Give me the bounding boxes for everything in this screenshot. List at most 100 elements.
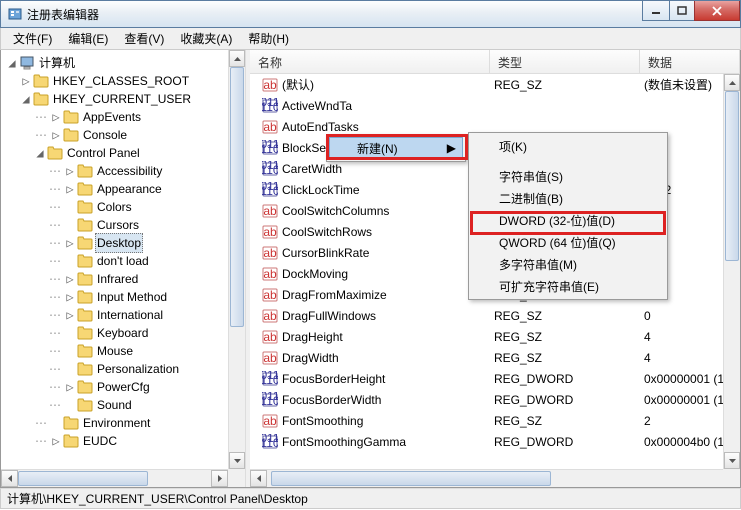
value-ab-icon: ab	[262, 287, 278, 303]
list-row[interactable]: 011110FocusBorderWidthREG_DWORD0x0000000…	[250, 389, 740, 410]
column-header-name[interactable]: 名称	[250, 50, 490, 73]
tree-expand-icon[interactable]: ▷	[63, 234, 77, 252]
tree-expand-icon[interactable]: ▷	[63, 162, 77, 180]
scroll-up-button[interactable]	[229, 50, 245, 67]
tree-node-root[interactable]: ◢计算机	[5, 54, 245, 72]
menu-file[interactable]: 文件(F)	[5, 28, 60, 49]
tree-expand-icon[interactable]: ·	[63, 198, 77, 216]
tree-expand-icon[interactable]: ·	[63, 360, 77, 378]
tree-node[interactable]: ⋯▷PowerCfg	[5, 378, 245, 396]
tree-expand-icon[interactable]: ◢	[19, 90, 33, 108]
tree-node[interactable]: ◢HKEY_CURRENT_USER	[5, 90, 245, 108]
submenu-arrow-icon: ▶	[447, 141, 456, 155]
tree-expand-icon[interactable]: ◢	[33, 144, 47, 162]
tree-expand-icon[interactable]: ·	[63, 216, 77, 234]
tree-node-label: Input Method	[95, 288, 169, 306]
tree-expand-icon[interactable]: ▷	[49, 108, 63, 126]
menu-item-new[interactable]: 新建(N) ▶	[329, 137, 463, 159]
tree-node-label: don't load	[95, 252, 151, 270]
scroll-left-button[interactable]	[250, 470, 267, 487]
tree-expand-icon[interactable]: ·	[63, 342, 77, 360]
menu-view[interactable]: 查看(V)	[116, 28, 172, 49]
value-name: ClickLockTime	[282, 183, 360, 197]
list-row[interactable]: ab(默认)REG_SZ(数值未设置)	[250, 74, 740, 95]
tree-expand-icon[interactable]: ▷	[63, 306, 77, 324]
tree-node[interactable]: ⋯▷International	[5, 306, 245, 324]
menu-item-multistring[interactable]: 多字符串值(M)	[471, 253, 665, 275]
close-button[interactable]	[694, 1, 740, 21]
list-row[interactable]: abDragWidthREG_SZ4	[250, 347, 740, 368]
tree-node[interactable]: ⋯·Personalization	[5, 360, 245, 378]
svg-text:110: 110	[262, 373, 278, 387]
scroll-thumb[interactable]	[725, 91, 739, 261]
menu-item-expandstring[interactable]: 可扩充字符串值(E)	[471, 275, 665, 297]
tree-horizontal-scrollbar[interactable]	[1, 469, 228, 487]
tree-vertical-scrollbar[interactable]	[228, 50, 245, 469]
tree-node[interactable]: ⋯·don't load	[5, 252, 245, 270]
tree-expand-icon[interactable]: ▷	[63, 288, 77, 306]
tree-node[interactable]: ⋯▷Infrared	[5, 270, 245, 288]
list-row[interactable]: abDragHeightREG_SZ4	[250, 326, 740, 347]
scroll-track[interactable]	[18, 470, 211, 487]
tree-expand-icon[interactable]: ▷	[49, 432, 63, 450]
tree-expand-icon[interactable]: ▷	[19, 72, 33, 90]
scroll-down-button[interactable]	[724, 452, 740, 469]
tree-node[interactable]: ⋯·Mouse	[5, 342, 245, 360]
main-area: ◢计算机▷HKEY_CLASSES_ROOT◢HKEY_CURRENT_USER…	[0, 50, 741, 488]
tree-expand-icon[interactable]: ·	[63, 252, 77, 270]
scroll-thumb[interactable]	[230, 67, 244, 327]
scroll-thumb[interactable]	[18, 471, 148, 486]
menu-item-string[interactable]: 字符串值(S)	[471, 165, 665, 187]
tree-expand-icon[interactable]: ▷	[63, 270, 77, 288]
menu-help[interactable]: 帮助(H)	[240, 28, 297, 49]
value-bin-icon: 011110	[262, 434, 278, 450]
tree-expand-icon[interactable]: ▷	[63, 378, 77, 396]
menu-item-dword[interactable]: DWORD (32-位)值(D)	[471, 209, 665, 231]
menu-item-key[interactable]: 项(K)	[471, 135, 665, 157]
scroll-right-button[interactable]	[211, 470, 228, 487]
list-row[interactable]: 011110FocusBorderHeightREG_DWORD0x000000…	[250, 368, 740, 389]
tree-node[interactable]: ⋯▷AppEvents	[5, 108, 245, 126]
tree-node[interactable]: ⋯▷Accessibility	[5, 162, 245, 180]
registry-tree[interactable]: ◢计算机▷HKEY_CLASSES_ROOT◢HKEY_CURRENT_USER…	[1, 50, 245, 454]
tree-node[interactable]: ◢Control Panel	[5, 144, 245, 162]
tree-expand-icon[interactable]: ▷	[63, 180, 77, 198]
tree-node[interactable]: ⋯▷Desktop	[5, 234, 245, 252]
column-header-data[interactable]: 数据	[640, 50, 740, 73]
scroll-track[interactable]	[267, 470, 723, 487]
list-row[interactable]: 011110FontSmoothingGammaREG_DWORD0x00000…	[250, 431, 740, 452]
list-row[interactable]: abFontSmoothingREG_SZ2	[250, 410, 740, 431]
menu-item-binary[interactable]: 二进制值(B)	[471, 187, 665, 209]
maximize-button[interactable]	[669, 1, 695, 21]
scroll-track[interactable]	[724, 91, 740, 452]
tree-node[interactable]: ⋯·Environment	[5, 414, 245, 432]
tree-node[interactable]: ⋯▷Console	[5, 126, 245, 144]
tree-node[interactable]: ⋯▷EUDC	[5, 432, 245, 450]
tree-node[interactable]: ⋯·Keyboard	[5, 324, 245, 342]
scroll-thumb[interactable]	[271, 471, 551, 486]
menu-edit[interactable]: 编辑(E)	[60, 28, 116, 49]
scroll-track[interactable]	[229, 67, 245, 452]
menu-favorites[interactable]: 收藏夹(A)	[172, 28, 240, 49]
list-vertical-scrollbar[interactable]	[723, 74, 740, 469]
tree-expand-icon[interactable]: ·	[63, 396, 77, 414]
menu-item-qword[interactable]: QWORD (64 位)值(Q)	[471, 231, 665, 253]
tree-node[interactable]: ⋯·Sound	[5, 396, 245, 414]
tree-node[interactable]: ⋯▷Appearance	[5, 180, 245, 198]
scroll-left-button[interactable]	[1, 470, 18, 487]
tree-node[interactable]: ⋯▷Input Method	[5, 288, 245, 306]
list-header: 名称 类型 数据	[250, 50, 740, 74]
tree-expand-icon[interactable]: ·	[63, 324, 77, 342]
minimize-button[interactable]	[642, 1, 670, 21]
tree-node[interactable]: ⋯·Cursors	[5, 216, 245, 234]
tree-node[interactable]: ▷HKEY_CLASSES_ROOT	[5, 72, 245, 90]
list-horizontal-scrollbar[interactable]	[250, 469, 740, 487]
list-row[interactable]: 011110ActiveWndTa	[250, 95, 740, 116]
column-header-type[interactable]: 类型	[490, 50, 640, 73]
tree-expand-icon[interactable]: ·	[49, 414, 63, 432]
scroll-up-button[interactable]	[724, 74, 740, 91]
tree-expand-icon[interactable]: ▷	[49, 126, 63, 144]
tree-node[interactable]: ⋯·Colors	[5, 198, 245, 216]
list-row[interactable]: abDragFullWindowsREG_SZ0	[250, 305, 740, 326]
scroll-down-button[interactable]	[229, 452, 245, 469]
